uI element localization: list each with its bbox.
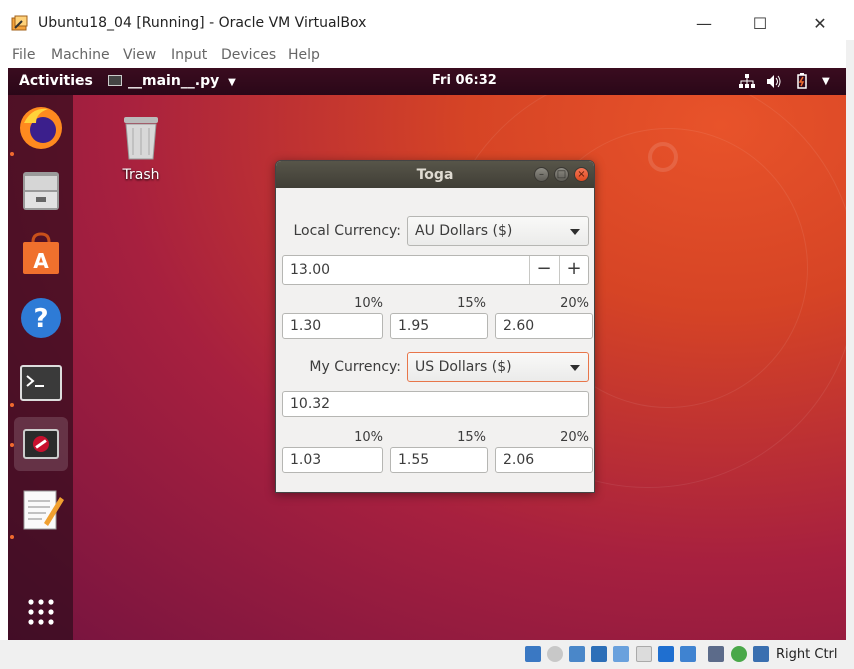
my-tip-20-field[interactable]: 2.06 bbox=[495, 447, 593, 473]
svg-text:?: ? bbox=[33, 304, 48, 334]
recording-icon[interactable] bbox=[680, 646, 696, 662]
menu-help[interactable]: Help bbox=[288, 47, 320, 63]
hard-disk-icon[interactable] bbox=[525, 646, 541, 662]
local-tip-20-field[interactable]: 2.60 bbox=[495, 313, 593, 339]
trash-label: Trash bbox=[122, 167, 160, 183]
virtualbox-icon bbox=[11, 15, 28, 31]
local-currency-label: Local Currency: bbox=[293, 223, 401, 239]
usb-icon[interactable] bbox=[613, 646, 629, 662]
local-tip-20-header: 20% bbox=[560, 296, 589, 311]
mouse-integration-icon[interactable] bbox=[731, 646, 747, 662]
dock: A ? bbox=[8, 95, 73, 640]
my-tip-10-header: 10% bbox=[354, 430, 383, 445]
host-key-icon[interactable] bbox=[753, 646, 769, 662]
clock[interactable]: Fri 06:32 bbox=[432, 73, 497, 88]
amount-value: 13.00 bbox=[290, 262, 331, 278]
volume-icon[interactable] bbox=[767, 75, 782, 88]
toga-titlebar[interactable]: Toga – □ × bbox=[276, 161, 594, 188]
app-menu[interactable]: __main__.py ▼ bbox=[108, 73, 236, 89]
my-currency-value: US Dollars ($) bbox=[415, 359, 512, 375]
trash-icon bbox=[124, 117, 158, 160]
network-icon[interactable] bbox=[739, 74, 755, 89]
local-tip-15-field[interactable]: 1.95 bbox=[390, 313, 488, 339]
converted-amount-field[interactable]: 10.32 bbox=[282, 391, 589, 417]
terminal-app-icon bbox=[108, 75, 122, 86]
audio-icon[interactable] bbox=[569, 646, 585, 662]
terminal-icon[interactable] bbox=[14, 356, 68, 410]
show-applications-icon[interactable] bbox=[14, 585, 68, 639]
toga-window: Toga – □ × Local Currency: AU Dollars ($… bbox=[275, 160, 595, 493]
network-adapter-icon[interactable] bbox=[591, 646, 607, 662]
running-indicator bbox=[10, 152, 14, 156]
chevron-down-icon bbox=[570, 229, 580, 235]
text-editor-icon[interactable] bbox=[14, 483, 68, 537]
minimize-button[interactable]: — bbox=[688, 12, 720, 36]
increment-button[interactable]: + bbox=[559, 256, 588, 284]
window-title: Ubuntu18_04 [Running] - Oracle VM Virtua… bbox=[38, 15, 367, 31]
menu-machine[interactable]: Machine bbox=[51, 47, 110, 63]
decrement-button[interactable]: − bbox=[529, 256, 558, 284]
local-tip-10-header: 10% bbox=[354, 296, 383, 311]
host-background-edge bbox=[846, 40, 854, 640]
software-store-icon[interactable]: A bbox=[14, 228, 68, 282]
battery-icon[interactable] bbox=[797, 73, 807, 89]
help-icon[interactable]: ? bbox=[14, 291, 68, 345]
virtualbox-titlebar[interactable]: Ubuntu18_04 [Running] - Oracle VM Virtua… bbox=[0, 4, 854, 42]
gnome-topbar: Activities __main__.py ▼ Fri 06:32 ▼ bbox=[8, 68, 847, 95]
local-currency-select[interactable]: AU Dollars ($) bbox=[407, 216, 589, 246]
menu-devices[interactable]: Devices bbox=[221, 47, 276, 63]
activities-button[interactable]: Activities bbox=[19, 73, 93, 89]
maximize-button[interactable]: ☐ bbox=[744, 12, 776, 36]
close-icon[interactable]: × bbox=[574, 167, 589, 182]
menu-file[interactable]: File bbox=[12, 47, 35, 63]
cpu-icon[interactable] bbox=[708, 646, 724, 662]
amount-stepper[interactable]: 13.00 − + bbox=[282, 255, 589, 285]
my-tip-20-header: 20% bbox=[560, 430, 589, 445]
menu-view[interactable]: View bbox=[123, 47, 156, 63]
my-currency-label: My Currency: bbox=[309, 359, 401, 375]
display-icon[interactable] bbox=[658, 646, 674, 662]
local-tip-10-field[interactable]: 1.30 bbox=[282, 313, 383, 339]
maximize-icon[interactable]: □ bbox=[554, 167, 569, 182]
virtualbox-window: Ubuntu18_04 [Running] - Oracle VM Virtua… bbox=[0, 0, 854, 669]
host-key-label: Right Ctrl bbox=[776, 647, 838, 662]
virtualbox-menubar: File Machine View Input Devices Help bbox=[0, 44, 854, 66]
local-currency-value: AU Dollars ($) bbox=[415, 223, 513, 239]
menu-input[interactable]: Input bbox=[171, 47, 207, 63]
running-indicator bbox=[10, 535, 14, 539]
firefox-icon[interactable] bbox=[14, 101, 68, 155]
trash-desktop-icon[interactable]: Trash bbox=[108, 113, 174, 183]
my-tip-15-field[interactable]: 1.55 bbox=[390, 447, 488, 473]
shared-folders-icon[interactable] bbox=[636, 646, 652, 662]
virtualbox-statusbar: Right Ctrl bbox=[0, 640, 854, 669]
minimize-icon[interactable]: – bbox=[534, 167, 549, 182]
chevron-down-icon bbox=[570, 365, 580, 371]
wallpaper-circle bbox=[648, 142, 678, 172]
my-currency-select[interactable]: US Dollars ($) bbox=[407, 352, 589, 382]
optical-drive-icon[interactable] bbox=[547, 646, 563, 662]
my-tip-15-header: 15% bbox=[457, 430, 486, 445]
files-icon[interactable] bbox=[14, 164, 68, 218]
chevron-down-icon: ▼ bbox=[228, 77, 236, 88]
svg-text:A: A bbox=[33, 249, 49, 273]
close-button[interactable]: ✕ bbox=[804, 12, 836, 36]
python-app-icon[interactable] bbox=[14, 417, 68, 471]
local-tip-15-header: 15% bbox=[457, 296, 486, 311]
app-menu-label: __main__.py bbox=[128, 73, 220, 89]
guest-screen[interactable]: Activities __main__.py ▼ Fri 06:32 ▼ A ?… bbox=[8, 68, 847, 640]
system-menu-chevron-icon[interactable]: ▼ bbox=[822, 76, 830, 87]
my-tip-10-field[interactable]: 1.03 bbox=[282, 447, 383, 473]
